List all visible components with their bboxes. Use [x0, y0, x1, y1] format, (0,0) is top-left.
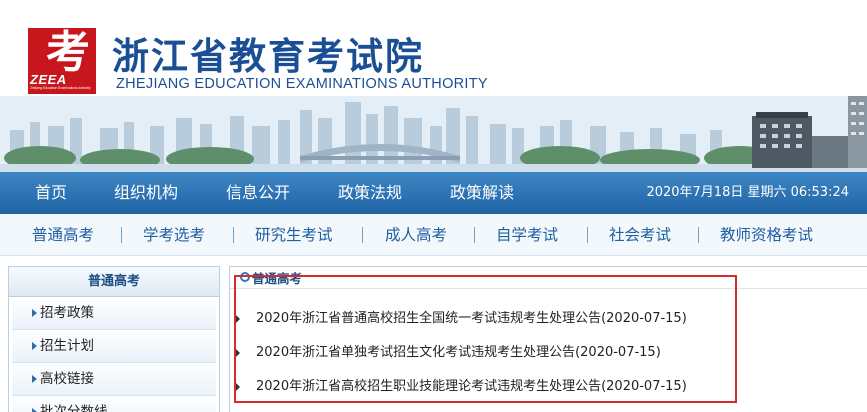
sidebar-item-score-lines[interactable]: 批次分数线	[12, 396, 216, 412]
current-datetime: 2020年7月18日 星期六 06:53:24	[646, 185, 849, 200]
sidebar-item-label: 招考政策	[40, 305, 94, 321]
subnav-divider	[587, 227, 588, 243]
zeea-logo[interactable]: 考 ZEEA Zhejiang Education Examinations A…	[28, 28, 96, 94]
news-item-title[interactable]: 2020年浙江省单独考试招生文化考试违规考生处理公告(2020-07-15)	[256, 337, 661, 369]
site-title: 浙江省教育考试院	[112, 35, 424, 78]
subnav-divider	[233, 227, 234, 243]
main-nav: 首页 组织机构 信息公开 政策法规 政策解读 2020年7月18日 星期六 06…	[0, 172, 867, 214]
subnav-gaokao[interactable]: 普通高考	[32, 214, 94, 256]
logo-glyph: 考	[46, 27, 90, 78]
nav-organization[interactable]: 组织机构	[114, 172, 178, 214]
subnav-adult[interactable]: 成人高考	[385, 214, 447, 256]
triangle-bullet-icon	[236, 383, 240, 391]
news-section-title: 普通高考	[252, 271, 303, 286]
arrow-right-icon	[32, 408, 37, 412]
subnav-self-study[interactable]: 自学考试	[496, 214, 558, 256]
logo-abbr: ZEEA	[30, 72, 67, 87]
nav-policy-interpretation[interactable]: 政策解读	[450, 172, 514, 214]
triangle-bullet-icon	[236, 349, 240, 357]
nav-info-disclosure[interactable]: 信息公开	[226, 172, 290, 214]
nav-policies[interactable]: 政策法规	[338, 172, 402, 214]
sidebar-title: 普通高考	[9, 267, 219, 297]
sub-nav: 普通高考 学考选考 研究生考试 成人高考 自学考试 社会考试 教师资格考试	[0, 214, 867, 256]
subnav-divider	[698, 227, 699, 243]
subnav-divider	[474, 227, 475, 243]
subnav-divider	[362, 227, 363, 243]
sidebar-item-policy[interactable]: 招考政策	[12, 297, 216, 330]
sidebar-item-label: 批次分数线	[40, 404, 108, 412]
arrow-right-icon	[32, 309, 37, 317]
news-panel: 普通高考 2020年浙江省普通高校招生全国统一考试违规考生处理公告(2020-0…	[229, 266, 867, 412]
news-item[interactable]: 2020年浙江省普通高校招生全国统一考试违规考生处理公告(2020-07-15)	[230, 303, 850, 335]
header-banner: 考 ZEEA Zhejiang Education Examinations A…	[0, 0, 867, 172]
news-item[interactable]: 2020年浙江省高校招生职业技能理论考试违规考生处理公告(2020-07-15)	[230, 371, 850, 403]
site-subtitle: ZHEJIANG EDUCATION EXAMINATIONS AUTHORIT…	[116, 76, 488, 92]
news-item-title[interactable]: 2020年浙江省高校招生职业技能理论考试违规考生处理公告(2020-07-15)	[256, 371, 687, 403]
arrow-right-icon	[32, 375, 37, 383]
arrow-right-icon	[32, 342, 37, 350]
subnav-graduate[interactable]: 研究生考试	[255, 214, 333, 256]
news-item-title[interactable]: 2020年浙江省普通高校招生全国统一考试违规考生处理公告(2020-07-15)	[256, 303, 687, 335]
sidebar-item-plan[interactable]: 招生计划	[12, 330, 216, 363]
sidebar-item-label: 高校链接	[40, 371, 94, 387]
sidebar-item-college-links[interactable]: 高校链接	[12, 363, 216, 396]
city-skyline-illustration	[0, 96, 867, 172]
sidebar: 普通高考 招考政策 招生计划 高校链接 批次分数线	[8, 266, 220, 412]
triangle-bullet-icon	[236, 315, 240, 323]
subnav-teacher-cert[interactable]: 教师资格考试	[720, 214, 813, 256]
subnav-divider	[121, 227, 122, 243]
sidebar-item-label: 招生计划	[40, 338, 94, 354]
subnav-xuekao[interactable]: 学考选考	[143, 214, 205, 256]
nav-home[interactable]: 首页	[35, 172, 67, 214]
news-section-header: 普通高考	[230, 267, 867, 289]
subnav-social[interactable]: 社会考试	[609, 214, 671, 256]
news-item[interactable]: 2020年浙江省单独考试招生文化考试违规考生处理公告(2020-07-15)	[230, 337, 850, 369]
logo-small-text: Zhejiang Education Examinations Authorit…	[30, 86, 91, 90]
circle-bullet-icon	[240, 272, 250, 282]
